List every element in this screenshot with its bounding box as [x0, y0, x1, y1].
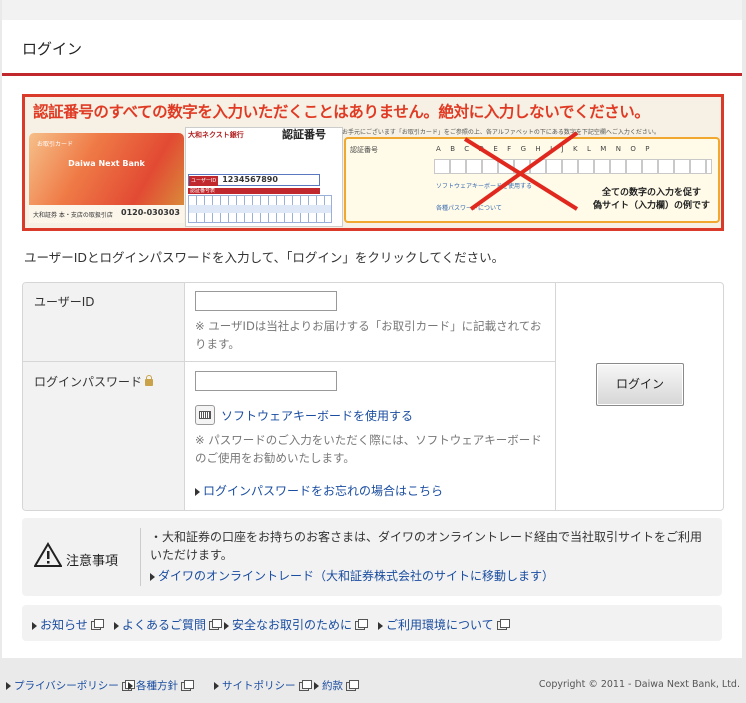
- arrow-right-icon: [6, 682, 11, 690]
- footer-link-terms[interactable]: 約款: [314, 678, 359, 693]
- link-security-label: 安全なお取引のために: [232, 618, 353, 632]
- footer-link-site-policy[interactable]: サイトポリシー: [214, 678, 312, 693]
- external-window-icon: [496, 619, 510, 630]
- footer-link-site-policy-label: サイトポリシー: [222, 680, 296, 692]
- software-keyboard-link[interactable]: ソフトウェアキーボードを使用する: [221, 407, 413, 424]
- arrow-right-icon: [195, 487, 200, 496]
- notice-box: 注意事項 ・大和証券の口座をお持ちのお客さまは、ダイワのオンライントレード経由で…: [22, 518, 722, 596]
- notice-text: ・大和証券の口座をお持ちのお客さまは、ダイワのオンライントレード経由で当社取引サ…: [150, 530, 703, 562]
- arrow-right-icon: [150, 572, 155, 581]
- link-environment[interactable]: ご利用環境について: [378, 616, 510, 633]
- page-title: ログイン: [22, 40, 83, 58]
- footer-link-policies-label: 各種方針: [136, 680, 178, 692]
- red-cross-icon: [463, 131, 579, 211]
- keyboard-icon[interactable]: [195, 405, 215, 425]
- external-window-icon: [209, 619, 223, 630]
- password-note: ※ パスワードのご入力をいただく際には、ソフトウェアキーボードのご使用をお勧めい…: [195, 433, 542, 465]
- lock-icon: [145, 375, 154, 386]
- external-window-icon: [355, 619, 369, 630]
- link-environment-label: ご利用環境について: [386, 618, 494, 632]
- link-faq-label: よくあるご質問: [122, 618, 207, 632]
- row-separator: [23, 361, 555, 362]
- footer-link-privacy[interactable]: プライバシーポリシー: [6, 678, 135, 693]
- phishing-warning-banner: 認証番号のすべての数字を入力いただくことはありません。絶対に入力しないでください…: [22, 94, 724, 231]
- notice-label: 注意事項: [66, 554, 119, 569]
- arrow-right-icon: [224, 621, 229, 630]
- arrow-right-icon: [128, 682, 133, 690]
- login-button[interactable]: ログイン: [596, 363, 684, 406]
- info-links-bar: お知らせ よくあるご質問 安全なお取引のために ご利用環境について: [22, 605, 722, 641]
- title-underline: [2, 73, 742, 76]
- top-strip: [2, 0, 742, 20]
- footer: プライバシーポリシー 各種方針 サイトポリシー 約款 Copyright © 2…: [0, 668, 746, 703]
- arrow-right-icon: [214, 682, 219, 690]
- external-window-icon: [346, 679, 359, 691]
- login-form: ユーザーID ※ ユーザIDは当社よりお届けする「お取引カード」に記載されており…: [22, 282, 724, 511]
- arrow-right-icon: [32, 621, 37, 630]
- password-input[interactable]: [195, 371, 337, 391]
- footer-link-policies[interactable]: 各種方針: [128, 678, 194, 693]
- arrow-right-icon: [314, 682, 319, 690]
- footer-link-privacy-label: プライバシーポリシー: [14, 680, 119, 692]
- main-frame: ログイン 認証番号のすべての数字を入力いただくことはありません。絶対に入力しない…: [2, 0, 742, 658]
- password-label-wrap: ログインパスワード: [34, 373, 154, 390]
- password-label: ログインパスワード: [34, 375, 143, 389]
- label-column: [23, 283, 185, 510]
- userid-note: ※ ユーザIDは当社よりお届けする「お取引カード」に記載されております。: [195, 319, 542, 351]
- button-column: ログイン: [555, 283, 723, 510]
- daiwa-online-trade-label: ダイワのオンライントレード（大和証券株式会社のサイトに移動します）: [158, 569, 555, 583]
- login-instructions: ユーザーIDとログインパスワードを入力して、「ログイン」をクリックしてください。: [24, 250, 505, 265]
- arrow-right-icon: [378, 621, 383, 630]
- link-security[interactable]: 安全なお取引のために: [224, 616, 369, 633]
- footer-link-terms-label: 約款: [322, 680, 343, 692]
- forgot-password-label: ログインパスワードをお忘れの場合はこちら: [203, 484, 444, 498]
- link-news-label: お知らせ: [40, 618, 88, 632]
- warning-icon: [34, 542, 62, 567]
- external-window-icon: [298, 679, 312, 691]
- link-news[interactable]: お知らせ: [32, 616, 104, 633]
- copyright: Copyright © 2011 - Daiwa Next Bank, Ltd.: [538, 679, 740, 690]
- forgot-password-link[interactable]: ログインパスワードをお忘れの場合はこちら: [195, 482, 443, 499]
- external-window-icon: [181, 679, 194, 691]
- userid-label: ユーザーID: [34, 295, 95, 309]
- daiwa-online-trade-link[interactable]: ダイワのオンライントレード（大和証券株式会社のサイトに移動します）: [150, 567, 554, 584]
- arrow-right-icon: [114, 621, 119, 630]
- link-faq[interactable]: よくあるご質問: [114, 616, 223, 633]
- notice-separator: [140, 528, 141, 586]
- userid-input[interactable]: [195, 291, 337, 311]
- external-window-icon: [90, 619, 104, 630]
